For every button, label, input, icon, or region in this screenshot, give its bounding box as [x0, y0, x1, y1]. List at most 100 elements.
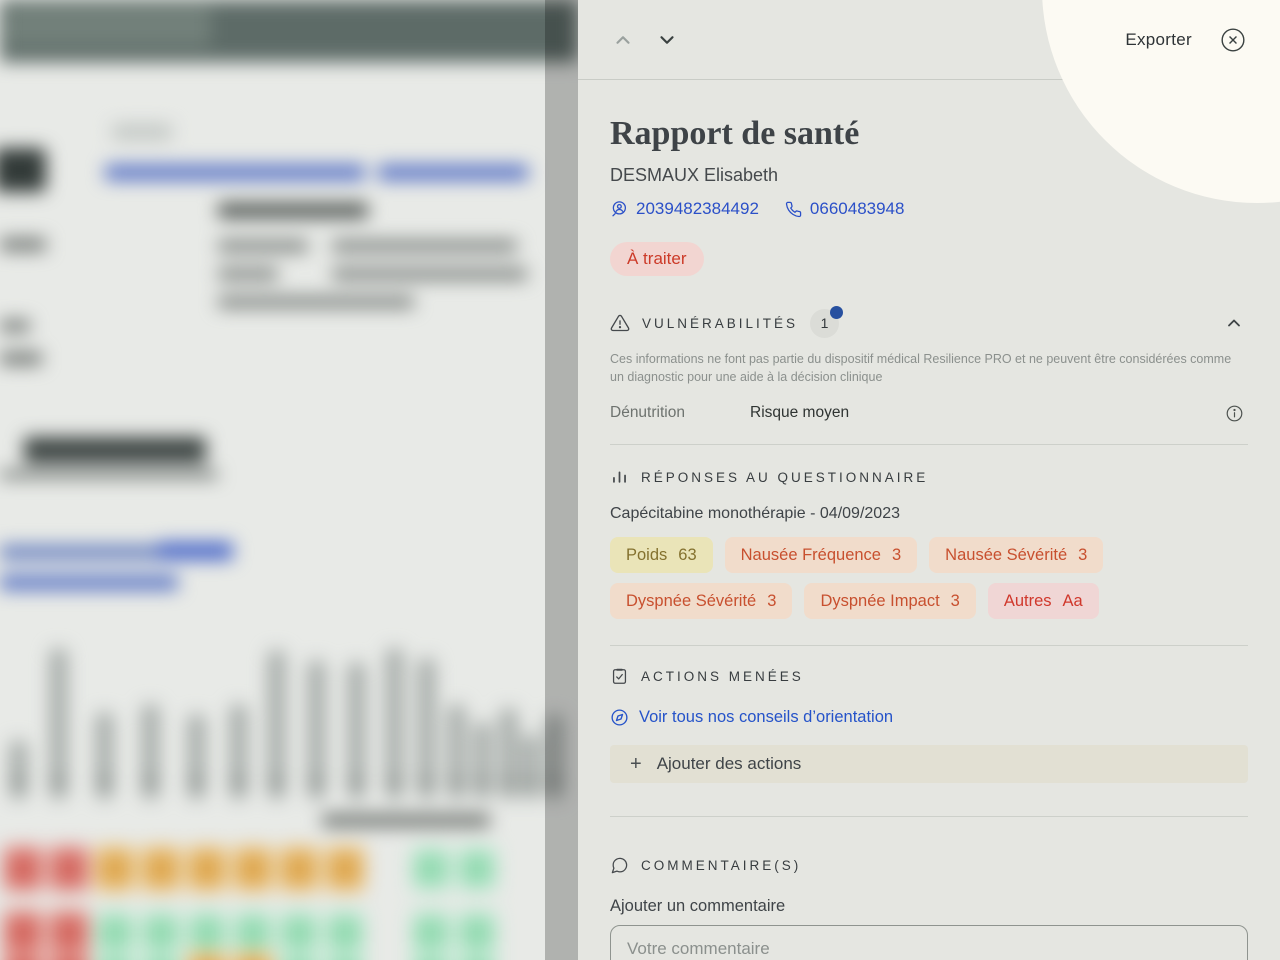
- chip-label: Nausée Sévérité: [945, 545, 1068, 564]
- blurred-card-heading: [218, 203, 368, 218]
- phone-icon: [785, 201, 802, 218]
- questionnaire-context: Capécitabine monothérapie - 04/09/2023: [610, 505, 900, 523]
- vulnerability-count: 1: [820, 315, 829, 332]
- next-report-button[interactable]: [652, 25, 682, 55]
- export-button[interactable]: Exporter: [1125, 30, 1192, 50]
- blur-layer: [0, 0, 578, 960]
- blurred-axis-label: [12, 779, 24, 784]
- blurred-bar: [546, 714, 563, 800]
- actions-section-label: ACTIONS MENÉES: [641, 668, 804, 684]
- blurred-sidebar-item: [0, 238, 46, 251]
- medical-disclaimer: Ces informations ne font pas partie du d…: [610, 352, 1232, 385]
- blurred-heatmap-cell: [278, 909, 320, 957]
- blurred-card-label: [218, 240, 308, 252]
- chip-label: Poids: [626, 545, 668, 564]
- actions-section-header: ACTIONS MENÉES: [610, 664, 1248, 688]
- blurred-sidebar-item: [0, 320, 30, 332]
- blurred-axis-label: [450, 779, 462, 784]
- chip-label: Autres: [1003, 591, 1052, 610]
- blurred-heatmap-cell: [456, 909, 498, 957]
- chip-value: 3: [950, 591, 960, 610]
- add-actions-button[interactable]: + Ajouter des actions: [610, 745, 1248, 784]
- add-actions-label: Ajouter des actions: [656, 754, 802, 774]
- close-icon: [1220, 27, 1246, 53]
- blurred-card-label: [218, 268, 278, 280]
- blurred-heatmap-cell: [232, 845, 274, 893]
- patient-contact-row: 2039482384492 0660483948: [610, 198, 1248, 220]
- vulnerability-level: Risque moyen: [750, 404, 850, 422]
- blurred-bar: [522, 734, 539, 800]
- collapse-vulnerabilities-button[interactable]: [1220, 309, 1248, 337]
- blurred-heatmap-cell: [2, 845, 44, 893]
- comments-section-label: COMMENTAIRE(S): [641, 857, 802, 873]
- close-panel-button[interactable]: [1216, 23, 1250, 57]
- questionnaire-chip[interactable]: Nausée Fréquence 3: [724, 537, 918, 574]
- patient-id-value: 2039482384492: [636, 199, 759, 219]
- vulnerabilities-section-header: VULNÉRABILITÉS 1: [610, 305, 1248, 338]
- blurred-background-page: [0, 0, 578, 960]
- vulnerability-info-button[interactable]: [1221, 400, 1248, 427]
- blurred-legend-strip: [322, 814, 490, 827]
- questionnaire-chip[interactable]: Dyspnée Impact 3: [804, 583, 976, 620]
- blurred-bar: [96, 712, 113, 800]
- blurred-heatmap-cell: [2, 909, 44, 957]
- blurred-breadcrumb-link: [105, 165, 365, 180]
- blurred-axis-label: [144, 779, 156, 784]
- status-badge[interactable]: À traiter: [610, 242, 704, 277]
- health-report-panel: Exporter Rapport de santé DESMAUX Elisab…: [578, 0, 1280, 960]
- blurred-heatmap-cell: [140, 845, 182, 893]
- patient-phone-link[interactable]: 0660483948: [785, 199, 904, 219]
- blurred-sidebar-item: [0, 352, 42, 365]
- blurred-heatmap-cell: [324, 909, 366, 957]
- questionnaire-section-header: RÉPONSES AU QUESTIONNAIRE: [610, 465, 1248, 489]
- blurred-card-value: [332, 296, 414, 308]
- blurred-bar: [10, 740, 27, 800]
- questionnaire-chip[interactable]: Poids 63: [610, 537, 713, 574]
- blurred-axis-label: [98, 779, 110, 784]
- blurred-heatmap-cell: [94, 845, 136, 893]
- blurred-axis-label: [232, 779, 244, 784]
- blurred-axis-label: [420, 779, 432, 784]
- questionnaire-chip[interactable]: Nausée Sévérité 3: [929, 537, 1104, 574]
- blurred-bar: [230, 704, 247, 800]
- blurred-heatmap-cell: [2, 951, 44, 960]
- blurred-axis-label: [52, 779, 64, 784]
- questionnaire-chip[interactable]: Autres Aa: [987, 583, 1099, 620]
- blurred-breadcrumb-link: [378, 165, 528, 180]
- chevron-up-icon: [612, 29, 634, 51]
- orientation-advice-label: Voir tous nos conseils d’orientation: [639, 708, 894, 727]
- section-divider: [610, 444, 1248, 446]
- chevron-down-icon: [656, 29, 678, 51]
- blurred-heatmap-cell: [48, 909, 90, 957]
- blurred-heatmap-cell: [186, 845, 228, 893]
- blurred-axis-label: [476, 779, 488, 784]
- chip-value: 63: [678, 545, 697, 564]
- blurred-heatmap-cell: [140, 951, 182, 960]
- blurred-tab-underline: [0, 471, 218, 478]
- previous-report-button[interactable]: [608, 25, 638, 55]
- blurred-heatmap-cell: [278, 951, 320, 960]
- chevron-up-icon: [1224, 313, 1244, 333]
- blurred-bar: [500, 708, 517, 800]
- chip-value: 3: [891, 545, 902, 564]
- blurred-link: [158, 542, 233, 560]
- blurred-heatmap-cell: [94, 909, 136, 957]
- warning-triangle-icon: [610, 313, 630, 333]
- compass-icon: [610, 708, 629, 727]
- add-comment-label: Ajouter un commentaire: [610, 897, 786, 916]
- questionnaire-chip-list: Poids 63 Nausée Fréquence 3 Nausée Sévérité 3…: [610, 537, 1248, 620]
- questionnaire-chip[interactable]: Dyspnée Sévérité 3: [610, 583, 793, 620]
- blurred-heatmap-cell: [456, 951, 498, 960]
- section-divider: [610, 645, 1248, 647]
- orientation-advice-link[interactable]: Voir tous nos conseils d’orientation: [610, 708, 893, 727]
- blurred-tab: [112, 124, 172, 140]
- blurred-axis-label: [190, 779, 202, 784]
- vulnerability-count-badge: 1: [810, 305, 844, 338]
- blurred-heatmap-cell: [186, 951, 228, 960]
- vulnerability-row: Dénutrition Risque moyen: [610, 400, 1248, 426]
- patient-id-link[interactable]: 2039482384492: [610, 199, 759, 219]
- blurred-axis-label: [270, 779, 282, 784]
- panel-header: Exporter: [578, 0, 1280, 203]
- comment-input[interactable]: [610, 925, 1248, 960]
- plus-icon: +: [630, 753, 642, 776]
